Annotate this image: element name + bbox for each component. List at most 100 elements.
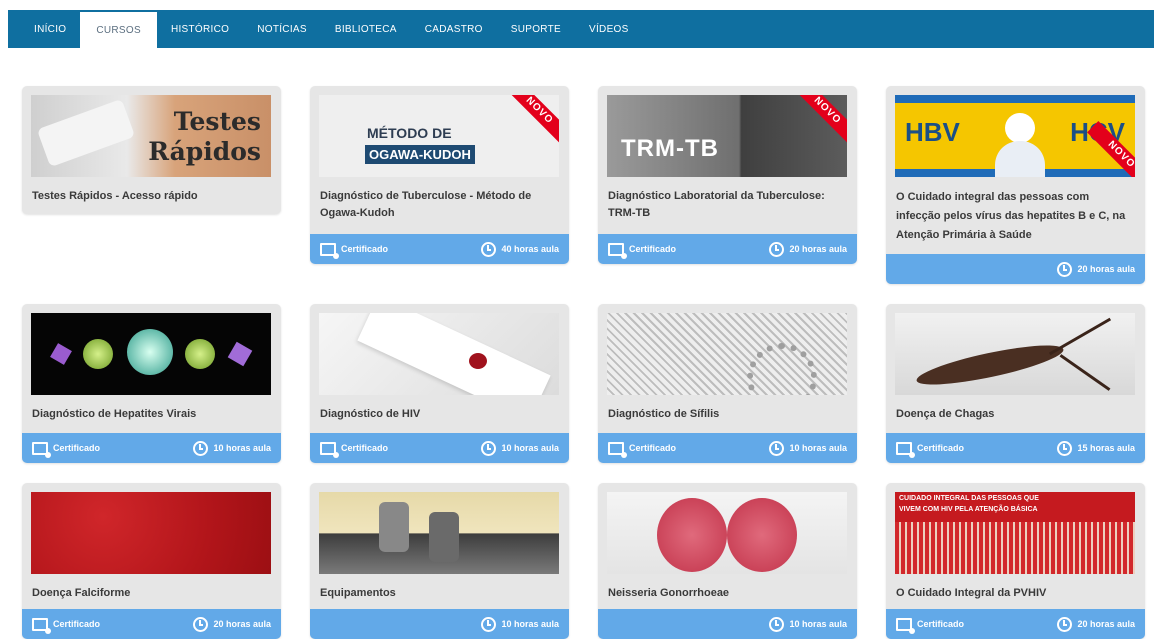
hours-badge: 40 horas aula: [481, 241, 559, 257]
course-card-equipamentos[interactable]: Equipamentos 10 horas aula: [310, 483, 569, 639]
course-thumbnail: [31, 313, 271, 395]
certificate-badge: Certificado: [608, 242, 677, 259]
bacteria-image: [657, 498, 727, 572]
thumb-text: TRM-TB: [621, 135, 719, 162]
thumb-text: HBV: [905, 117, 960, 147]
hours-badge: 20 horas aula: [193, 616, 271, 632]
clock-icon: [481, 440, 497, 456]
hours-badge: 10 horas aula: [193, 440, 271, 456]
course-footer: Certificado 10 horas aula: [22, 433, 281, 463]
certificate-icon: [608, 242, 627, 259]
clock-icon: [193, 616, 209, 632]
course-card-hepatites-virais[interactable]: Diagnóstico de Hepatites Virais Certific…: [22, 304, 281, 463]
certificate-label: Certificado: [629, 244, 677, 254]
hours-badge: 10 horas aula: [481, 440, 559, 456]
certificate-icon: [320, 441, 339, 458]
insect-leg: [1059, 354, 1111, 391]
certificate-icon: [320, 242, 339, 259]
person-figure: [995, 141, 1045, 177]
certificate-label: Certificado: [53, 443, 101, 453]
course-title: Equipamentos: [320, 587, 396, 599]
hours-label: 10 horas aula: [789, 443, 847, 453]
course-title: Diagnóstico de Sífilis: [608, 408, 720, 420]
certificate-icon: [896, 617, 915, 634]
hours-label: 10 horas aula: [501, 443, 559, 453]
certificate-icon: [32, 441, 51, 458]
nav-biblioteca[interactable]: BIBLIOTECA: [321, 10, 411, 48]
certificate-badge: Certificado: [320, 242, 388, 259]
main-nav: INÍCIO CURSOS HISTÓRICO NOTÍCIAS BIBLIOT…: [8, 10, 1154, 48]
certificate-badge: Certificado: [32, 441, 101, 458]
course-card-hepatites-bc[interactable]: HBV HCV NOVO O Cuidado integral das pess…: [886, 86, 1145, 284]
clock-icon: [481, 241, 497, 257]
clock-icon: [769, 440, 785, 456]
course-title: O Cuidado integral das pessoas com infec…: [896, 191, 1126, 241]
thumb-text: MÉTODO DE: [367, 125, 452, 141]
hours-label: 10 horas aula: [213, 443, 271, 453]
course-footer: Certificado 40 horas aula: [310, 234, 569, 264]
course-card-hiv[interactable]: Diagnóstico de HIV Certificado 10 horas …: [310, 304, 569, 463]
clock-icon: [193, 440, 209, 456]
nav-suporte[interactable]: SUPORTE: [497, 10, 575, 48]
thumb-text: CUIDADO INTEGRAL DAS PESSOAS QUE: [899, 495, 1039, 502]
hours-label: 10 horas aula: [789, 619, 847, 629]
course-footer: Certificado 10 horas aula: [310, 433, 569, 463]
course-thumbnail: Testes Rápidos: [31, 95, 271, 177]
course-title: Neisseria Gonorrhoeae: [608, 587, 730, 599]
course-thumbnail: TRM-TB NOVO: [607, 95, 847, 177]
thumb-text: Rápidos: [148, 137, 261, 166]
course-card-falciforme[interactable]: Doença Falciforme Certificado 20 horas a…: [22, 483, 281, 639]
novo-ribbon: NOVO: [793, 95, 847, 145]
hours-badge: 20 horas aula: [769, 241, 847, 257]
nav-historico[interactable]: HISTÓRICO: [157, 10, 243, 48]
course-card-trm-tb[interactable]: TRM-TB NOVO Diagnóstico Laboratorial da …: [598, 86, 857, 264]
test-strip-image: [36, 98, 136, 168]
nav-noticias[interactable]: NOTÍCIAS: [243, 10, 321, 48]
certificate-badge: Certificado: [32, 617, 101, 634]
clock-icon: [481, 616, 497, 632]
course-card-gonorrhoeae[interactable]: Neisseria Gonorrhoeae 10 horas aula: [598, 483, 857, 639]
certificate-label: Certificado: [53, 619, 101, 629]
course-card-pvhiv[interactable]: CUIDADO INTEGRAL DAS PESSOAS QUE VIVEM C…: [886, 483, 1145, 639]
course-card-testes-rapidos[interactable]: Testes Rápidos Testes Rápidos - Acesso r…: [22, 86, 281, 214]
clock-icon: [1057, 261, 1073, 277]
course-card-ogawa-kudoh[interactable]: MÉTODO DE OGAWA-KUDOH NOVO Diagnóstico d…: [310, 86, 569, 264]
hours-badge: 20 horas aula: [1057, 261, 1135, 277]
hours-label: 20 horas aula: [1077, 264, 1135, 274]
clock-icon: [769, 241, 785, 257]
certificate-badge: Certificado: [320, 441, 388, 458]
spirochete-pattern: [747, 343, 817, 395]
course-thumbnail: [31, 492, 271, 574]
stripe: [895, 95, 1135, 103]
course-title: Diagnóstico de Tuberculose - Método de O…: [320, 190, 532, 219]
course-card-sifilis[interactable]: Diagnóstico de Sífilis Certificado 10 ho…: [598, 304, 857, 463]
nav-videos[interactable]: VÍDEOS: [575, 10, 643, 48]
test-strip-image: [357, 313, 551, 395]
hours-label: 15 horas aula: [1077, 443, 1135, 453]
hours-label: 20 horas aula: [213, 619, 271, 629]
nav-cursos[interactable]: CURSOS: [80, 12, 157, 48]
insect-image: [914, 337, 1066, 393]
course-title: Diagnóstico Laboratorial da Tuberculose:…: [608, 190, 825, 219]
course-thumbnail: [319, 492, 559, 574]
course-thumbnail: MÉTODO DE OGAWA-KUDOH NOVO: [319, 95, 559, 177]
course-title: Doença Falciforme: [32, 587, 131, 599]
certificate-badge: Certificado: [896, 617, 964, 634]
certificate-label: Certificado: [629, 443, 677, 453]
nav-cadastro[interactable]: CADASTRO: [411, 10, 497, 48]
thumb-text: VIVEM COM HIV PELA ATENÇÃO BÁSICA: [899, 506, 1038, 513]
certificate-label: Certificado: [917, 443, 965, 453]
course-card-chagas[interactable]: Doença de Chagas Certificado 15 horas au…: [886, 304, 1145, 463]
course-grid: Testes Rápidos Testes Rápidos - Acesso r…: [22, 86, 1152, 639]
hours-badge: 10 horas aula: [769, 440, 847, 456]
bacteria-image: [727, 498, 797, 572]
thumb-text: OGAWA-KUDOH: [365, 145, 475, 164]
microscope-image: [379, 502, 409, 552]
microscope-image: [429, 512, 459, 562]
clock-icon: [1057, 440, 1073, 456]
course-thumbnail: [895, 313, 1135, 395]
nav-inicio[interactable]: INÍCIO: [8, 10, 80, 48]
hours-label: 10 horas aula: [501, 619, 559, 629]
course-footer: Certificado 10 horas aula: [598, 433, 857, 463]
hours-label: 20 horas aula: [789, 244, 847, 254]
